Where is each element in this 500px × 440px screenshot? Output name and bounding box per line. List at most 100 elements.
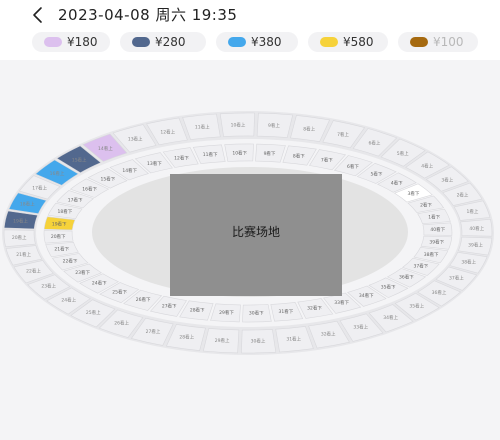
price-filter-bar: ¥180 ¥280 ¥380 ¥580 ¥100 — [0, 30, 500, 54]
stadium-seat-map: 11看上 10看上 9看上 8看上 7看上 6看上 5看上 4看上 3看上 2看上 1看上 40看上 3… — [2, 111, 494, 355]
section-label: 33看上 — [353, 324, 368, 331]
section-label: 40看上 — [469, 225, 484, 232]
price-dot — [44, 37, 62, 47]
section-label: 6看上 — [368, 139, 380, 146]
price-dot — [320, 37, 338, 47]
section-label: 17看下 — [68, 196, 83, 203]
section-label: 25看上 — [86, 309, 101, 316]
section-label: 16看下 — [82, 185, 97, 192]
section-label: 36看下 — [399, 274, 414, 281]
section-label: 26看下 — [136, 296, 151, 303]
section-label: 1看下 — [428, 214, 440, 221]
event-datetime: 2023-04-08 周六 19:35 — [58, 6, 238, 24]
section-label: 37看上 — [449, 274, 464, 281]
section-label: 34看下 — [359, 292, 374, 299]
section-label: 7看下 — [321, 157, 333, 164]
section-label: 8看上 — [303, 125, 315, 132]
section-label: 16看上 — [50, 170, 65, 177]
section-label: 6看下 — [347, 163, 359, 170]
section-label: 14看上 — [98, 145, 113, 152]
section-label: 28看上 — [179, 334, 194, 341]
section-label: 17看上 — [32, 185, 47, 192]
section-label: 28看下 — [190, 307, 205, 314]
price-label: ¥180 — [67, 35, 98, 49]
section-label: 1看上 — [466, 208, 478, 215]
section-label: 4看上 — [421, 162, 433, 169]
section-label: 21看下 — [54, 245, 69, 252]
section-label: 18看上 — [20, 201, 35, 208]
section-label: 26看上 — [114, 320, 129, 327]
section-label: 10看上 — [231, 122, 246, 129]
section-label: 22看下 — [63, 258, 78, 265]
section-label: 20看下 — [51, 233, 66, 240]
section-label: 13看下 — [147, 160, 162, 167]
section-label: 7看上 — [337, 131, 349, 138]
section-label: 36看上 — [432, 289, 447, 296]
price-label: ¥100 — [433, 35, 464, 49]
price-label: ¥580 — [343, 35, 374, 49]
section-label: 30看下 — [249, 309, 264, 316]
section-label: 35看上 — [409, 303, 424, 310]
section-label: 18看下 — [58, 208, 73, 215]
section-label: 34看上 — [383, 314, 398, 321]
section-label: 23看下 — [75, 269, 90, 276]
section-label: 11看上 — [195, 124, 210, 131]
section-label: 11看下 — [203, 151, 218, 158]
section-label: 30看上 — [251, 337, 266, 344]
section-label: 5看上 — [397, 150, 409, 157]
section-label: 15看上 — [72, 157, 87, 164]
price-dot — [410, 37, 428, 47]
price-label: ¥280 — [155, 35, 186, 49]
section-label: 3看下 — [407, 190, 419, 197]
section-label: 32看上 — [321, 331, 336, 338]
section-label: 19看下 — [52, 220, 67, 227]
section-label: 24看上 — [61, 297, 76, 304]
section-label: 15看下 — [101, 176, 116, 183]
section-label: 35看下 — [381, 284, 396, 291]
section-label: 12看下 — [174, 155, 189, 162]
section-label: 8看下 — [293, 152, 305, 159]
section-label: 27看上 — [146, 328, 161, 335]
section-label: 2看下 — [420, 202, 432, 209]
section-label: 9看下 — [264, 150, 276, 157]
section-label: 12看上 — [160, 128, 175, 135]
section-label: 37看下 — [414, 263, 429, 270]
section-label: 22看上 — [26, 267, 41, 274]
section-label: 24看下 — [92, 279, 107, 286]
section-label: 3看上 — [441, 176, 453, 183]
price-dot — [228, 37, 246, 47]
section-label: 13看上 — [128, 136, 143, 143]
field-label: 比赛场地 — [232, 224, 280, 239]
section-label: 5看下 — [370, 171, 382, 178]
section-label: 40看下 — [430, 226, 445, 233]
section-label: 29看下 — [219, 309, 234, 316]
section-label: 38看上 — [461, 258, 476, 265]
section-label: 21看上 — [16, 251, 31, 258]
section-label: 38看下 — [424, 251, 439, 258]
price-label: ¥380 — [251, 35, 282, 49]
section-label: 33看下 — [334, 299, 349, 306]
price-chip-180[interactable]: ¥180 — [32, 32, 110, 52]
section-label: 31看上 — [286, 335, 301, 342]
section-label: 19看上 — [13, 217, 28, 224]
section-label: 23看上 — [41, 283, 56, 290]
section-label: 10看下 — [232, 150, 247, 157]
section-label: 39看下 — [429, 239, 444, 246]
section-label: 39看上 — [468, 242, 483, 249]
section-label: 14看下 — [122, 167, 137, 174]
section-label: 27看下 — [162, 302, 177, 309]
section-label: 31看下 — [279, 308, 294, 315]
section-label: 29看上 — [215, 337, 230, 344]
price-chip-280[interactable]: ¥280 — [120, 32, 206, 52]
price-chip-100[interactable]: ¥100 — [398, 32, 478, 52]
price-dot — [132, 37, 150, 47]
section-label: 32看下 — [307, 304, 322, 311]
price-chip-380[interactable]: ¥380 — [216, 32, 298, 52]
section-label: 20看上 — [12, 234, 27, 241]
section-label: 2看上 — [457, 192, 469, 199]
section-label: 9看上 — [268, 122, 280, 129]
chevron-left-icon[interactable] — [28, 5, 48, 25]
section-label: 25看下 — [112, 289, 127, 296]
section-label: 4看下 — [391, 180, 403, 187]
price-chip-580[interactable]: ¥580 — [308, 32, 388, 52]
